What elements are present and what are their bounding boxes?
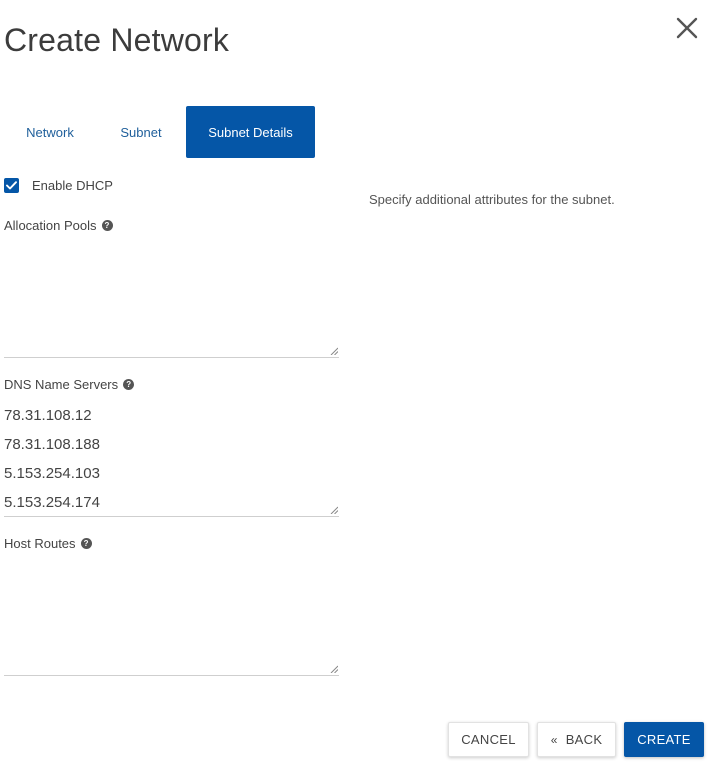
create-network-modal: Create Network Network Subnet Subnet Det… — [0, 0, 713, 768]
wizard-tabs: Network Subnet Subnet Details — [4, 106, 315, 158]
allocation-pools-textarea[interactable] — [4, 238, 339, 358]
close-button[interactable] — [673, 14, 701, 42]
allocation-pools-label-text: Allocation Pools — [4, 218, 97, 233]
dns-name-servers-label: DNS Name Servers ? — [4, 377, 135, 392]
dns-name-servers-textarea[interactable]: 78.31.108.12 78.31.108.188 5.153.254.103… — [4, 397, 339, 517]
dns-name-servers-label-text: DNS Name Servers — [4, 377, 119, 392]
tab-network[interactable]: Network — [4, 106, 96, 158]
question-circle-icon[interactable]: ? — [80, 538, 92, 549]
enable-dhcp-label: Enable DHCP — [32, 178, 113, 193]
tab-subnet[interactable]: Subnet — [96, 106, 186, 158]
dns-name-servers-lines: 78.31.108.12 78.31.108.188 5.153.254.103… — [4, 397, 339, 517]
question-circle-icon[interactable]: ? — [123, 379, 135, 390]
host-routes-label: Host Routes ? — [4, 536, 92, 551]
dns-server-line: 5.153.254.174 — [4, 494, 100, 511]
enable-dhcp-checkbox-row[interactable]: Enable DHCP — [4, 178, 113, 193]
allocation-pools-label: Allocation Pools ? — [4, 218, 113, 233]
tab-subnet-details[interactable]: Subnet Details — [186, 106, 315, 158]
resize-grip-icon[interactable] — [330, 506, 338, 514]
back-button[interactable]: « BACK — [537, 722, 616, 757]
dns-server-line: 78.31.108.188 — [4, 436, 100, 453]
host-routes-label-text: Host Routes — [4, 536, 76, 551]
dns-server-line: 78.31.108.12 — [4, 407, 92, 424]
resize-grip-icon[interactable] — [330, 347, 338, 355]
double-chevron-left-icon: « — [550, 732, 558, 747]
close-icon — [676, 17, 698, 39]
resize-grip-icon[interactable] — [330, 665, 338, 673]
subnet-details-help-text: Specify additional attributes for the su… — [369, 192, 615, 207]
cancel-button[interactable]: CANCEL — [448, 722, 529, 757]
question-circle-icon[interactable]: ? — [101, 220, 113, 231]
host-routes-textarea[interactable] — [4, 556, 339, 676]
create-button[interactable]: CREATE — [624, 722, 704, 757]
modal-title: Create Network — [4, 22, 230, 58]
check-icon — [6, 181, 17, 190]
enable-dhcp-checkbox[interactable] — [4, 178, 19, 193]
back-button-label: BACK — [565, 732, 603, 747]
dns-server-line: 5.153.254.103 — [4, 465, 100, 482]
